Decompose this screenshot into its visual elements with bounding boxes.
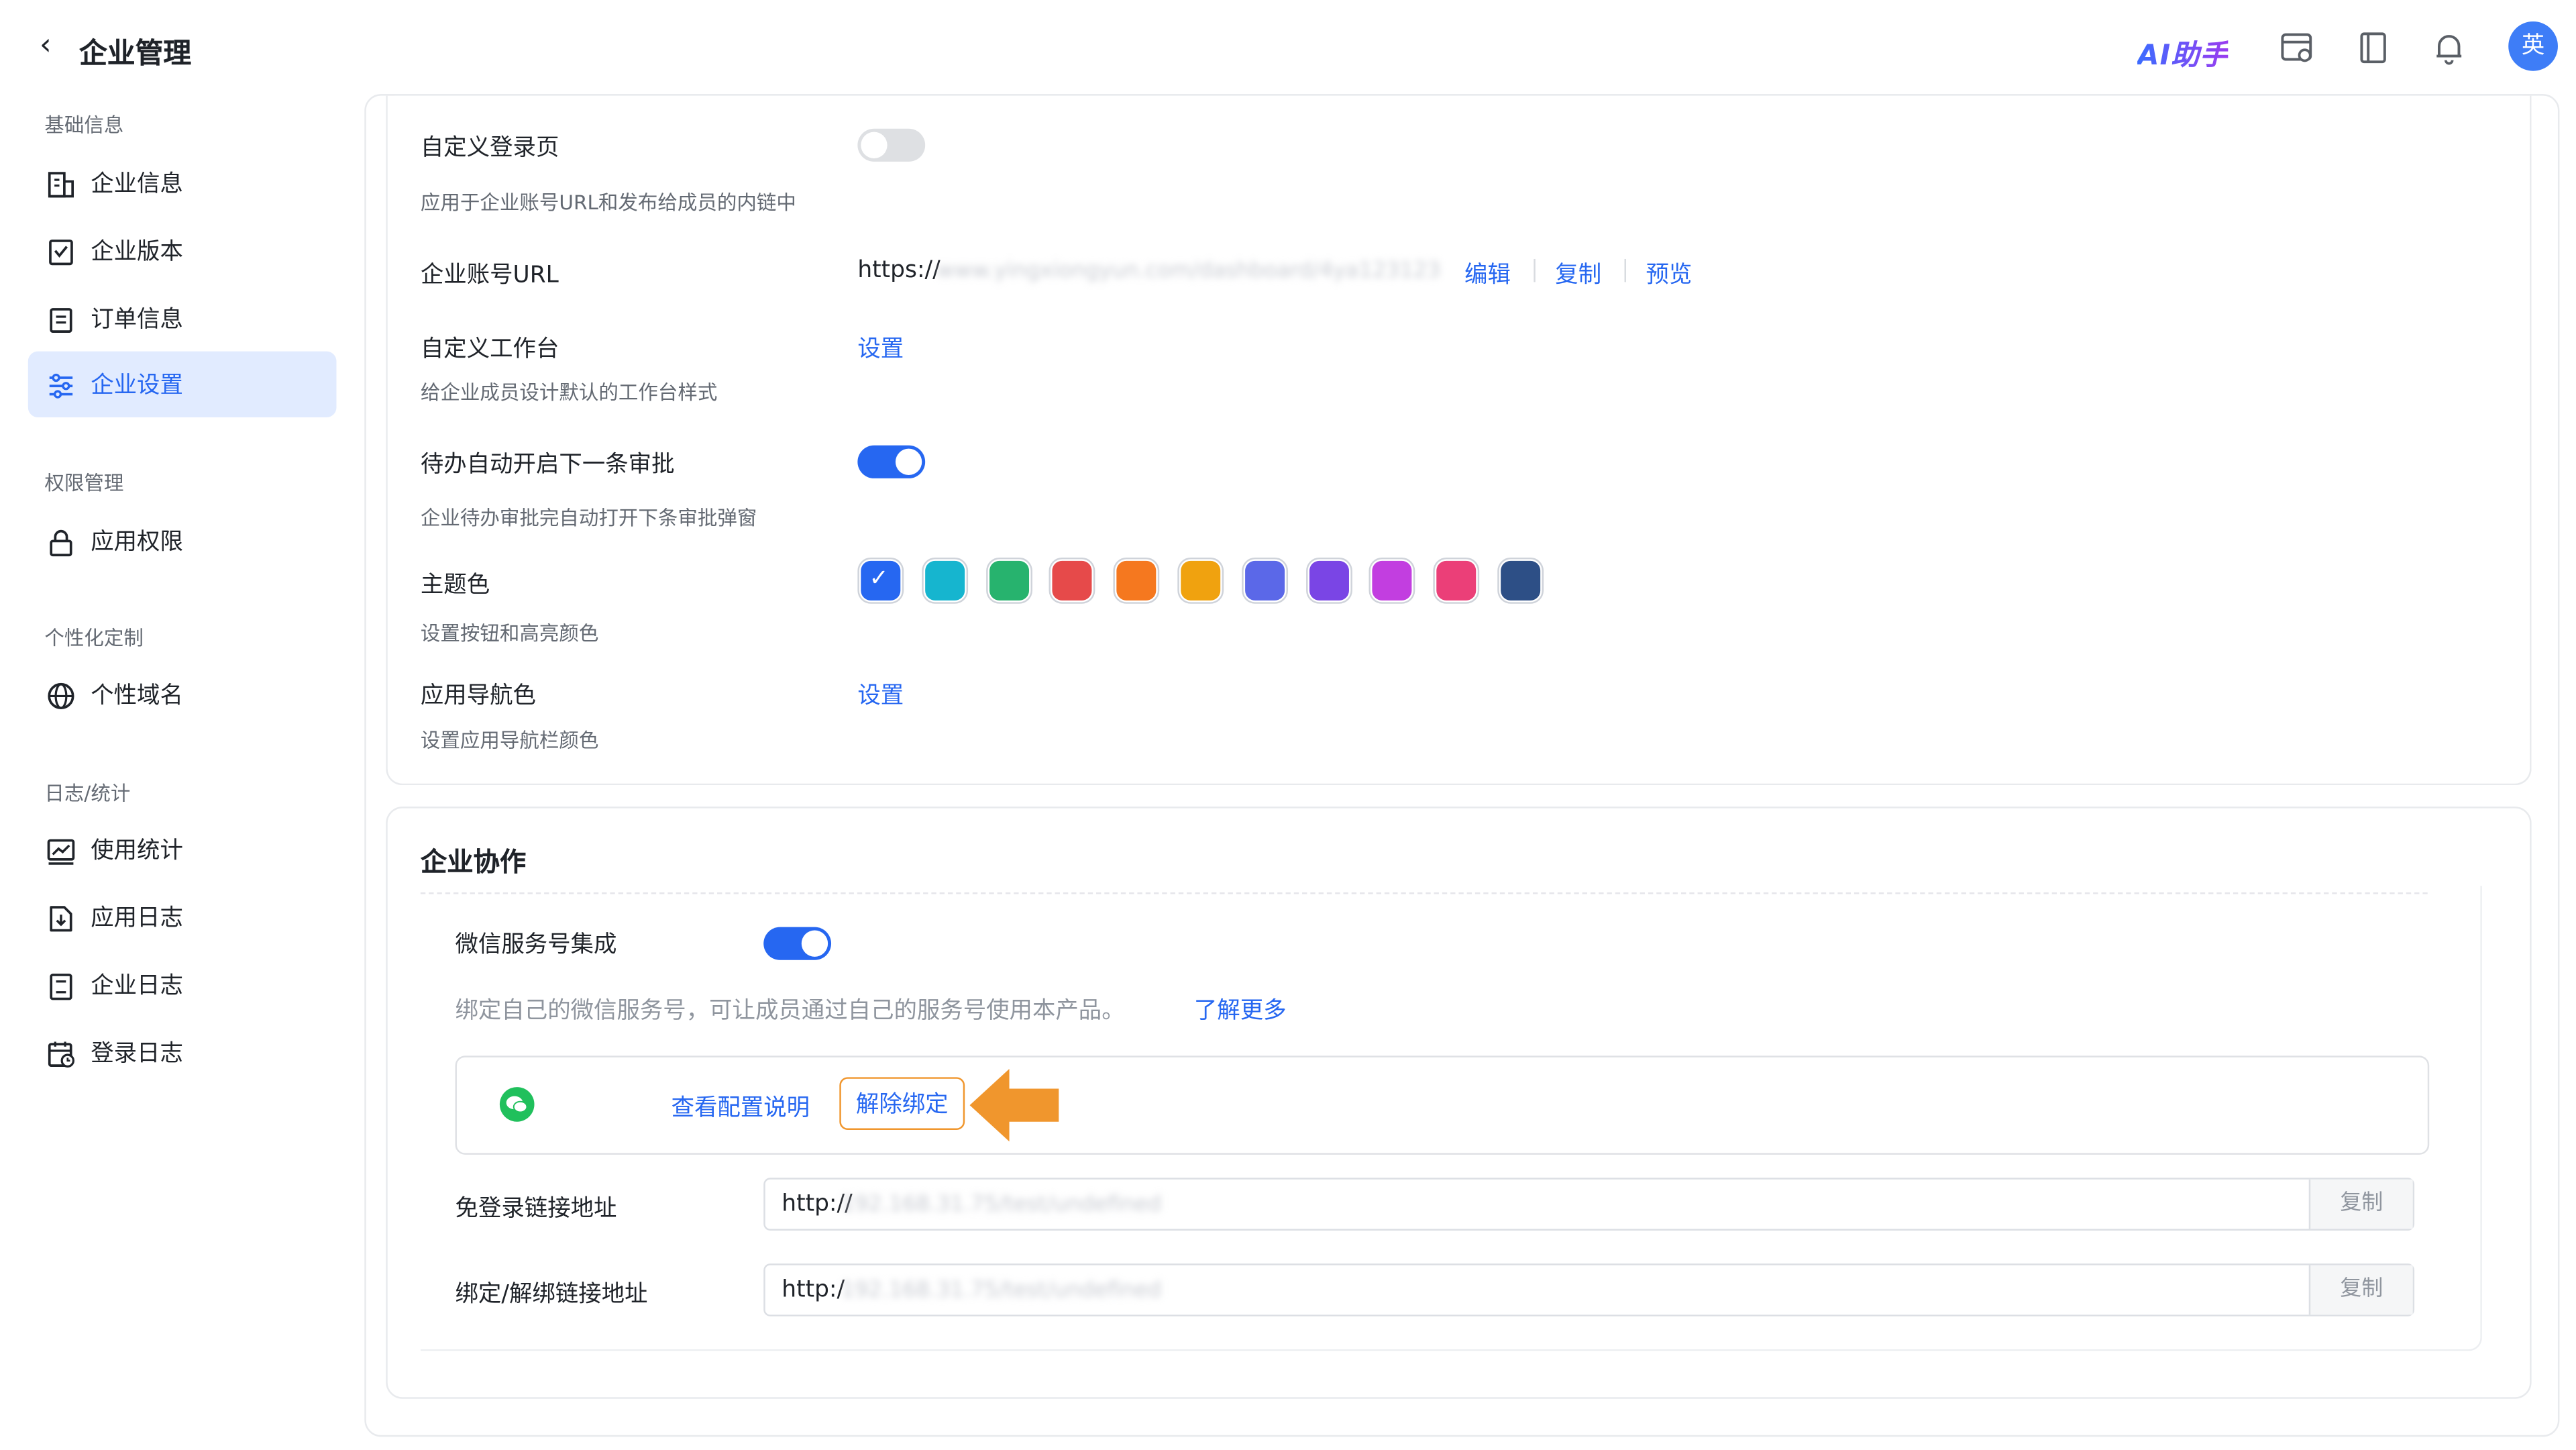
sidebar-item-company-settings[interactable]: 企业设置 — [28, 351, 337, 417]
sidebar-item-label: 应用权限 — [91, 529, 183, 556]
version-icon — [49, 240, 73, 266]
sidebar-item-label: 使用统计 — [91, 837, 183, 865]
pointer-arrow-icon — [969, 1069, 1059, 1142]
theme-color-swatch[interactable] — [1244, 560, 1285, 601]
theme-color-swatch[interactable] — [1308, 560, 1348, 601]
auto-next-toggle[interactable] — [857, 445, 926, 478]
lock-icon — [50, 529, 72, 557]
auto-next-label: 待办自动开启下一条审批 — [420, 452, 675, 478]
copy-url-link[interactable]: 复制 — [1555, 258, 1601, 291]
building-icon — [48, 172, 74, 198]
account-url-label: 企业账号URL — [420, 262, 559, 289]
bell-icon[interactable] — [2431, 30, 2467, 66]
sidebar-item-label: 企业版本 — [91, 239, 183, 266]
sidebar-item-app-log[interactable]: 应用日志 — [28, 884, 337, 950]
theme-color-swatch[interactable] — [1053, 560, 1093, 601]
copy-bind-link-button[interactable]: 复制 — [2308, 1265, 2413, 1315]
nav-color-desc: 设置应用导航栏颜色 — [420, 729, 599, 753]
sso-link-field[interactable]: http:// 192.168.31.75/test/undefined 复制 — [763, 1178, 2415, 1231]
divider — [1534, 258, 1536, 282]
workbench-desc: 给企业成员设计默认的工作台样式 — [420, 380, 718, 405]
doc-icon — [50, 974, 72, 1000]
sidebar-item-company-log[interactable]: 企业日志 — [28, 951, 337, 1017]
sidebar-item-label: 订单信息 — [91, 307, 183, 333]
sidebar-item-label: 个性域名 — [91, 682, 183, 710]
order-icon — [50, 308, 72, 333]
sidebar-item-custom-domain[interactable]: 个性域名 — [28, 662, 337, 727]
field-masked-value: 192.168.31.75/test/undefined — [841, 1192, 1162, 1218]
sidebar-item-order-info[interactable]: 订单信息 — [28, 285, 337, 351]
theme-color-swatch[interactable] — [1181, 560, 1221, 601]
bind-link-field[interactable]: http:/ 192.168.31.75/test/undefined 复制 — [763, 1263, 2415, 1316]
custom-login-label: 自定义登录页 — [420, 135, 559, 162]
account-url-masked: www.yingxiongyun.com/dashboard/4ya123123 — [936, 258, 1441, 284]
theme-color-swatch[interactable]: ✓ — [861, 560, 901, 601]
wechat-integration-label: 微信服务号集成 — [455, 931, 617, 959]
custom-login-toggle[interactable] — [857, 128, 926, 162]
collab-title: 企业协作 — [420, 846, 527, 878]
theme-color-desc: 设置按钮和高亮颜色 — [420, 621, 599, 645]
chart-icon — [47, 839, 75, 865]
wechat-integration-toggle[interactable] — [763, 927, 832, 960]
sidebar-item-company-version[interactable]: 企业版本 — [28, 218, 337, 284]
page-title: 企业管理 — [79, 38, 192, 71]
auto-next-desc: 企业待办审批完自动打开下条审批弹窗 — [420, 506, 757, 530]
download-doc-icon — [50, 906, 72, 932]
edit-url-link[interactable]: 编辑 — [1464, 258, 1511, 291]
sidebar-item-label: 应用日志 — [91, 905, 183, 932]
sidebar-item-login-log[interactable]: 登录日志 — [28, 1019, 337, 1085]
sidebar-item-label: 企业设置 — [91, 372, 183, 399]
theme-color-swatch[interactable] — [1116, 560, 1157, 601]
nav-color-settings-link[interactable]: 设置 — [857, 678, 904, 711]
workbench-settings-link[interactable]: 设置 — [857, 331, 904, 364]
unbind-button[interactable]: 解除绑定 — [839, 1077, 965, 1131]
avatar[interactable]: 英 — [2508, 21, 2558, 71]
back-icon[interactable]: ‹ — [40, 28, 52, 63]
theme-color-swatch[interactable] — [1373, 560, 1413, 601]
book-icon[interactable] — [2355, 30, 2392, 66]
field-prefix: http:/ — [782, 1276, 845, 1304]
learn-more-link[interactable]: 了解更多 — [1194, 993, 1287, 1026]
theme-color-swatch[interactable] — [1436, 560, 1477, 601]
view-config-link[interactable]: 查看配置说明 — [672, 1090, 810, 1123]
preview-url-link[interactable]: 预览 — [1646, 258, 1692, 291]
sidebar-group-label: 日志/统计 — [44, 782, 131, 805]
sidebar-item-company-info[interactable]: 企业信息 — [28, 150, 337, 216]
sidebar-item-label: 企业信息 — [91, 171, 183, 199]
theme-color-swatch[interactable] — [989, 560, 1029, 601]
sidebar-group-label: 个性化定制 — [44, 627, 144, 650]
bind-link-label: 绑定/解绑链接地址 — [455, 1282, 648, 1308]
field-masked-value: 192.168.31.75/test/undefined — [841, 1278, 1162, 1304]
sidebar-item-app-permissions[interactable]: 应用权限 — [28, 508, 337, 574]
calendar-clock-icon — [48, 1041, 74, 1068]
sidebar-group-label: 基础信息 — [44, 113, 124, 138]
check-icon: ✓ — [869, 566, 889, 592]
ai-assistant-button[interactable]: AI助手 — [2137, 32, 2229, 72]
sliders-icon — [49, 373, 73, 399]
nav-color-label: 应用导航色 — [420, 682, 536, 710]
custom-login-desc: 应用于企业账号URL和发布给成员的内链中 — [420, 191, 796, 215]
theme-color-swatch[interactable] — [1501, 560, 1541, 601]
workbench-label: 自定义工作台 — [420, 336, 559, 363]
copy-sso-link-button[interactable]: 复制 — [2308, 1179, 2413, 1229]
sidebar-group-label: 权限管理 — [44, 472, 124, 495]
sso-link-label: 免登录链接地址 — [455, 1196, 617, 1223]
wechat-desc: 绑定自己的微信服务号，可让成员通过自己的服务号使用本产品。 — [455, 998, 1125, 1025]
browser-settings-icon[interactable] — [2279, 30, 2316, 66]
globe-icon — [48, 682, 74, 709]
account-url-prefix: https:// — [857, 257, 941, 284]
divider — [1624, 258, 1626, 282]
theme-color-swatch[interactable] — [924, 560, 965, 601]
sidebar-item-usage-stats[interactable]: 使用统计 — [28, 817, 337, 882]
wechat-icon — [499, 1087, 535, 1122]
theme-color-label: 主题色 — [420, 572, 490, 599]
sidebar-item-label: 企业日志 — [91, 973, 183, 1000]
sidebar-item-label: 登录日志 — [91, 1041, 183, 1068]
